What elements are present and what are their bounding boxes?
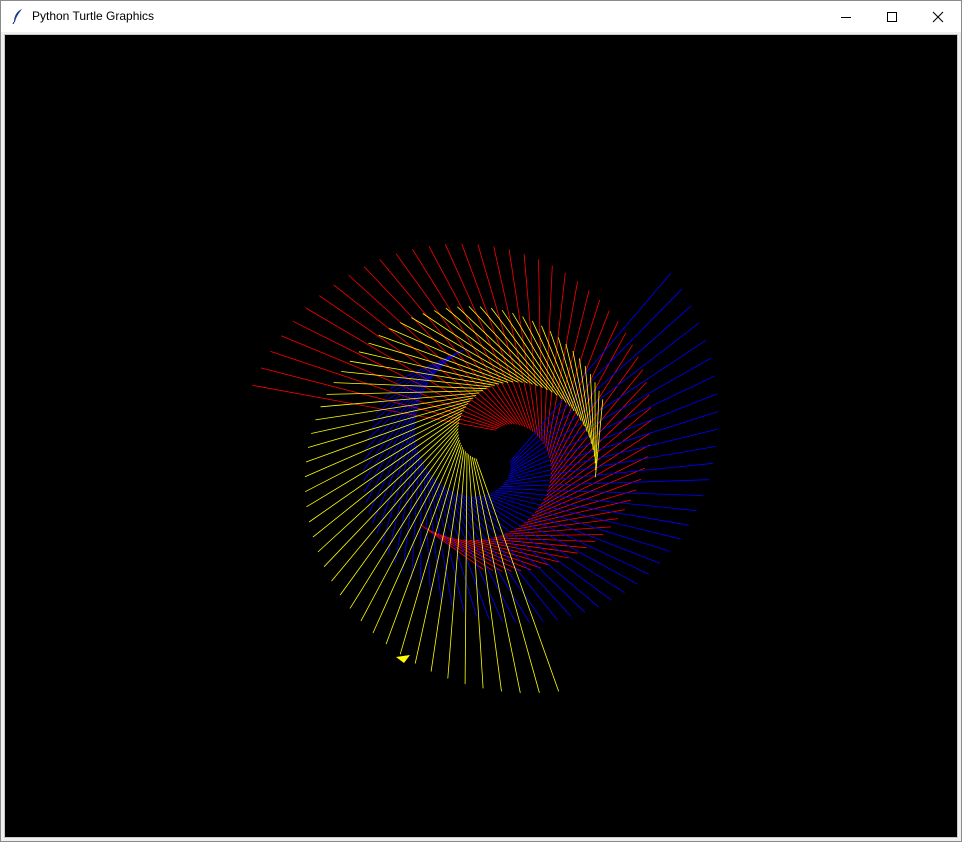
spiral-line [495,489,697,512]
spiral-line [362,399,421,482]
spiral-line [384,355,456,397]
spiral-line [260,367,498,430]
spiral-line [480,495,649,575]
spiral-line [385,442,461,645]
spiral-line [414,447,463,664]
spiral-line [431,475,465,613]
title-bar[interactable]: Python Turtle Graphics [1,1,961,32]
spiral-line [456,538,541,569]
spiral-line [468,454,484,689]
spiral-line [493,491,689,526]
maximize-button[interactable] [869,1,915,32]
minimize-button[interactable] [823,1,869,32]
spiral-line [395,348,467,382]
spiral-line [487,538,587,549]
spiral-line [323,425,459,567]
spiral-line [270,351,500,429]
spiral-line [348,274,513,425]
spiral-line [400,322,518,383]
turtle-canvas-frame [4,34,958,838]
spiral-line [464,452,468,685]
spiral-line [510,339,707,471]
window-title: Python Turtle Graphics [32,9,155,23]
turtle-canvas[interactable] [5,35,957,837]
spiral-line [307,400,471,448]
spiral-line [477,244,534,432]
spiral-line [493,246,536,434]
turtle-cursor-icon [396,655,410,663]
spiral-line [470,455,502,692]
spiral-line [312,418,461,538]
spiral-line [447,451,466,679]
close-icon [932,11,944,22]
spiral-line [500,479,709,488]
spiral-line [498,488,704,496]
spiral-line [506,428,718,482]
spiral-line [510,305,692,466]
spiral-line [507,411,719,479]
spiral-line [504,446,717,484]
spiral-line [423,463,431,595]
spiral-line [509,357,712,473]
spiral-line [510,288,682,464]
spiral-line [411,454,420,580]
spiral-line [308,415,462,523]
spiral-line [509,375,716,475]
turtle-window: Python Turtle Graphics [0,0,962,842]
spiral-line [557,337,585,427]
close-button[interactable] [915,1,961,32]
spiral-line [508,249,539,436]
spiral-line [333,382,487,390]
maximize-icon [887,11,897,22]
spiral-drawing [252,243,719,694]
feather-icon [12,9,22,24]
minimize-icon [841,16,851,18]
spiral-line [420,458,422,588]
spiral-line [473,457,540,694]
spiral-line [305,403,469,463]
